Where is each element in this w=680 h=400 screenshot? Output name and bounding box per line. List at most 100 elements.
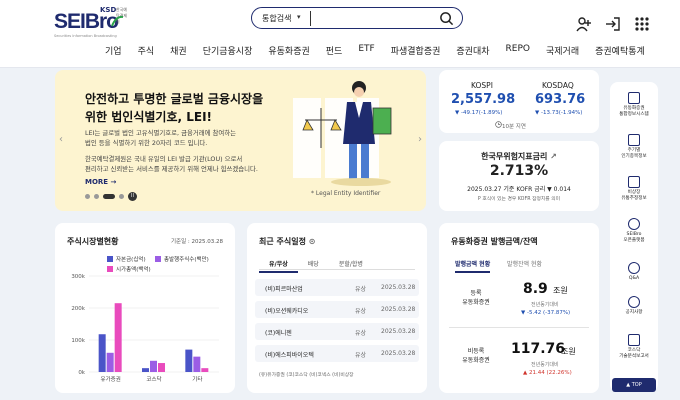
nav-divider [0,67,680,68]
chart-bar[interactable] [158,363,165,372]
question-icon [628,262,640,274]
recent-schedule-title[interactable]: 최근 주식일정 ⊙ [259,236,315,247]
seibro-logo[interactable]: SEIBro KSD 한국예탁결제원 Securities Informatio… [54,6,130,38]
nav-item-company[interactable]: 기업 [97,44,130,57]
registered-change: ▼ -5.42 (-37.87%) [521,310,571,316]
rail-item-kosdaq-report[interactable]: 코스닥 기술분석보고서 [610,334,658,360]
schedule-footnote: (유)유가증권 (코)코스닥 (비)코넥스 (비)비상장 [259,373,354,378]
nav-item-fund[interactable]: 펀드 [318,44,351,57]
lei-banner[interactable]: 안전하고 투명한 글로벌 금융시장을 위한 법인식별기호, LEI! LEI는 … [55,70,426,211]
chart-bar[interactable] [185,349,193,372]
grid-menu-icon[interactable] [634,16,650,32]
tab-issue-amount[interactable]: 발행금액 현황 [455,259,491,273]
banner-dot[interactable] [94,194,99,199]
pause-icon[interactable]: II [128,192,137,201]
abs-issue-card: 유동화증권 발행금액/잔액 발행금액 현황 발행잔액 현황 등록 유동화증권 8… [439,223,599,393]
row-type: 유상 [355,308,367,315]
search-icon[interactable] [439,11,454,26]
banner-dot-active[interactable] [103,194,115,199]
chevron-down-icon[interactable]: ▾ [297,13,301,21]
monitor-icon [628,92,640,104]
tab-paid-free[interactable]: 유/무상 [259,259,298,273]
banner-dot[interactable] [119,194,124,199]
tab-split-merge[interactable]: 분할/합병 [329,259,373,273]
banner-dot[interactable] [85,194,90,199]
kofr-card[interactable]: 한국무위험지표금리 ↗ 2.713% 2025.03.27 기준 KOFR 금리… [439,141,599,211]
banner-prev-icon[interactable]: ‹ [59,134,63,145]
search-input[interactable] [310,11,430,26]
rail-item-popular[interactable]: 주기별 인기종목정보 [610,134,658,160]
nav-item-statistics[interactable]: 증권예탁통계 [587,44,653,57]
add-user-icon[interactable] [576,16,592,32]
banner-title: 안전하고 투명한 글로벌 금융시장을 위한 법인식별기호, LEI! [85,90,305,126]
banner-pagination: II [85,192,137,201]
nav-item-repo[interactable]: REPO [498,44,538,57]
nav-item-bond[interactable]: 채권 [162,44,195,57]
tab-issue-balance[interactable]: 발행잔액 현황 [507,259,542,268]
schedule-tabs: 유/무상 배당 분할/합병 [259,259,415,273]
recent-stock-schedule-card: 최근 주식일정 ⊙ 유/무상 배당 분할/합병 (비)피르마산업 유상 2025.0… [247,223,427,393]
row-name: (비)에스피바이오텍 [265,352,314,359]
kofr-title: 한국무위험지표금리 ↗ [439,151,599,162]
nav-item-lending[interactable]: 증권대차 [448,44,497,57]
login-icon[interactable] [605,16,621,32]
nav-item-etf[interactable]: ETF [350,44,382,57]
banner-more-link[interactable]: MORE → [85,178,116,186]
kofr-note: P 호식이 있는 경우 KOFR 잠정치를 의미 [477,197,561,202]
rail-item-notice[interactable]: 공지사항 [610,296,658,316]
logo-ksd: KSD [100,6,117,14]
rail-item-unlisted[interactable]: 비상장 유통추정정보 [610,176,658,202]
chart-bar[interactable] [106,352,114,372]
nav-item-money-market[interactable]: 단기금융시장 [195,44,261,57]
chart-bar[interactable] [142,368,149,372]
quick-menu: 유동화증권 통합정보시스템 주기별 인기종목정보 비상장 유통추정정보 SEIB… [610,82,658,392]
chevron-right-icon[interactable]: ⊙ [309,237,316,246]
kosdaq-label: KOSDAQ [542,81,574,90]
banner-title-line2: 위한 법인식별기호, LEI! [85,110,213,124]
row-date: 2025.03.28 [381,328,416,335]
rail-item-qna[interactable]: Q&A [610,262,658,282]
nav-item-derivative[interactable]: 파생결합증권 [383,44,449,57]
unregistered-change: ▲ 21.44 (22.26%) [523,370,572,376]
rail-item-abs-system[interactable]: 유동화증권 통합정보시스템 [610,92,658,118]
clock-icon [495,121,502,128]
stock-status-card: 주식시장별현황 기준일 : 2025.03.28 자본금(십억) 총발행주식수(… [55,223,235,393]
kosdaq-change: ▼ -13.73(-1.94%) [535,110,583,116]
banner-description: LEI는 글로벌 법인 고유식별기호로, 금융거래에 참여하는 법인 등을 식별… [85,128,300,174]
unregistered-value: 117.76 [511,341,566,357]
top-bar: SEIBro KSD 한국예탁결제원 Securities Informatio… [0,0,680,68]
chart-bar[interactable] [114,303,122,372]
table-row[interactable]: (코)에니젠 유상 2025.03.28 [255,323,419,340]
table-row[interactable]: (비)피르마산업 유상 2025.03.28 [255,279,419,296]
nav-item-stock[interactable]: 주식 [130,44,163,57]
stock-status-title: 주식시장별현황 [67,237,119,246]
table-row[interactable]: (비)에스피바이오텍 유상 2025.03.28 [255,345,419,362]
rail-label: 공지사항 [625,310,643,315]
kospi-value[interactable]: 2,557.98 [451,92,515,107]
legend-item: 총발행주식수(백만) [155,255,209,263]
nav-item-abs[interactable]: 유동화증권 [260,44,317,57]
issue-divider [449,327,589,328]
table-row[interactable]: (비)오션웨카디오 유상 2025.03.28 [255,301,419,318]
rail-item-open-platform[interactable]: SEIBro 오픈플랫폼 [610,218,658,244]
scroll-top-button[interactable]: ▲ TOP [612,378,656,392]
chart-bar[interactable] [201,368,209,372]
chart-bar[interactable] [98,334,106,372]
nav-item-international[interactable]: 국제거래 [538,44,587,57]
kosdaq-value[interactable]: 693.76 [535,92,585,107]
chart-bar[interactable] [150,360,157,372]
x-tick-label: 코스닥 [146,376,161,383]
registered-sub: 전년동기대비 [531,302,559,308]
search-category[interactable]: 통합검색 [262,13,291,24]
tab-dividend[interactable]: 배당 [298,259,329,273]
external-link-icon[interactable]: ↗ [550,152,557,161]
legend-swatch [107,256,113,262]
legend-label: 자본금(십억) [116,257,146,263]
chart-bar[interactable] [193,356,201,372]
banner-next-icon[interactable]: › [418,134,422,145]
row-date: 2025.03.28 [381,350,416,357]
legend-swatch [155,256,161,262]
legend-label: 총발행주식수(백만) [164,257,209,263]
banner-desc-line2: 법인 등을 식별하기 위한 20자리 코드 입니다. [85,139,208,147]
issue-title: 유동화증권 발행금액/잔액 [451,237,538,246]
